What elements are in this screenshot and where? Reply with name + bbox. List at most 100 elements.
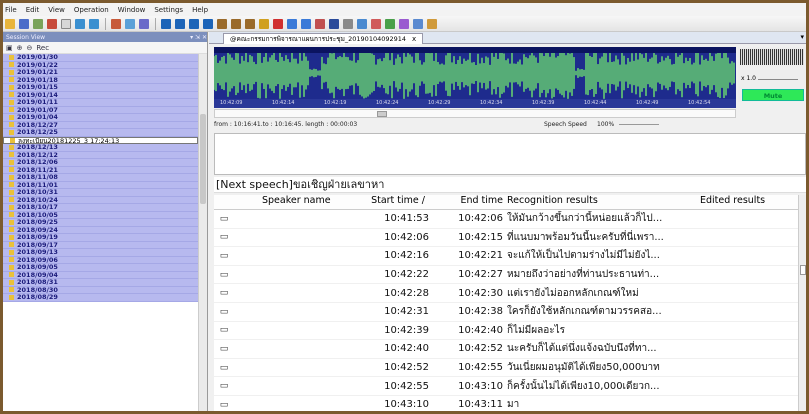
header-speaker[interactable]: Speaker name — [234, 195, 339, 209]
table-row[interactable]: ▭ 10:42:55 10:43:10 ก็ครั้งนั้นไม่ได้เพียง1… — [214, 377, 806, 396]
pane-close-icon[interactable]: ▾ ⇲ ✕ — [190, 34, 207, 41]
marker-icon[interactable] — [217, 18, 227, 29]
session-list-item[interactable]: 2018/09/05 — [3, 264, 198, 272]
help-icon[interactable] — [139, 18, 149, 29]
session-list-item[interactable]: 2018/12/12 — [3, 151, 198, 159]
grid-icon[interactable] — [371, 18, 381, 29]
lock-icon[interactable] — [427, 18, 437, 29]
session-list-item[interactable]: 2019/01/22 — [3, 61, 198, 69]
cut-icon[interactable] — [245, 18, 255, 29]
session-list-item[interactable]: 2018/09/04 — [3, 271, 198, 279]
table-row[interactable]: ▭ 10:41:53 10:42:06 ให้มันกว้างขึ้นกว่านี้ห… — [214, 210, 806, 229]
table-row[interactable]: ▭ 10:42:16 10:42:21 จะแก้ให้เป็นไปตามร่างไม… — [214, 247, 806, 266]
chevron-down-icon[interactable]: ▾ — [800, 33, 804, 41]
session-list-item[interactable]: 2018/12/25 — [3, 129, 198, 137]
close-icon[interactable]: x — [412, 35, 416, 43]
redo-icon[interactable] — [273, 18, 283, 29]
waveform-scrollbar[interactable] — [214, 109, 736, 118]
session-list-item[interactable]: 2018/09/25 — [3, 219, 198, 227]
session-list-item[interactable]: 2019/01/30 — [3, 54, 198, 62]
undo-icon[interactable] — [259, 18, 269, 29]
settings-icon[interactable] — [399, 18, 409, 29]
session-list-item[interactable]: 2018/08/29 — [3, 294, 198, 302]
mute-button[interactable]: Mute — [742, 89, 804, 101]
menu-file[interactable]: File — [5, 6, 17, 14]
view-icon[interactable]: ▣ — [6, 44, 13, 52]
menu-window[interactable]: Window — [118, 6, 146, 14]
menu-help[interactable]: Help — [192, 6, 208, 14]
next-icon[interactable] — [301, 18, 311, 29]
session-list-item[interactable]: 2018/10/05 — [3, 211, 198, 219]
forward-icon[interactable] — [203, 18, 213, 29]
table-row[interactable]: ▭ 10:42:40 10:42:52 นะครับก็ได้แต่นึ่งแจ้งฉ… — [214, 340, 806, 359]
collapse-icon[interactable]: ⊖ — [27, 44, 33, 52]
session-list-scrollbar[interactable] — [198, 54, 207, 411]
replace-icon[interactable] — [89, 18, 99, 29]
session-list-item[interactable]: 2018/10/17 — [3, 204, 198, 212]
session-list-item[interactable]: 2018/11/08 — [3, 174, 198, 182]
session-list-item[interactable]: 2018/09/17 — [3, 241, 198, 249]
menu-view[interactable]: View — [48, 6, 65, 14]
session-list-item[interactable]: 2018/08/30 — [3, 286, 198, 294]
scroll-thumb[interactable] — [377, 111, 387, 117]
table-row[interactable]: ▭ 10:42:28 10:42:30 แต่เรายังไม่ออกหลักเกณฑ… — [214, 284, 806, 303]
session-list-item[interactable]: 2019/01/11 — [3, 99, 198, 107]
header-recognition[interactable]: Recognition results — [505, 195, 690, 209]
menu-operation[interactable]: Operation — [74, 6, 109, 14]
session-list-item[interactable]: 2018/08/31 — [3, 279, 198, 287]
pen-icon[interactable] — [343, 18, 353, 29]
save-icon[interactable] — [19, 18, 29, 29]
marker-end-icon[interactable] — [231, 18, 241, 29]
session-list-item[interactable]: 2019/01/07 — [3, 106, 198, 114]
session-list-item[interactable]: 2018/11/21 — [3, 166, 198, 174]
open-icon[interactable] — [5, 18, 15, 29]
header-edited[interactable]: Edited results — [690, 195, 798, 209]
delete-icon[interactable] — [47, 18, 57, 29]
session-list-item[interactable]: 2018/10/31 — [3, 189, 198, 197]
session-list-item[interactable]: ลงทะเบียน20181225_3 17:24:13 — [3, 136, 198, 144]
rec-icon[interactable]: Rec — [36, 44, 49, 52]
check-icon[interactable] — [385, 18, 395, 29]
session-list-item[interactable]: 2019/01/18 — [3, 76, 198, 84]
scroll-thumb[interactable] — [800, 265, 806, 275]
header-start-time[interactable]: Start time / — [339, 195, 433, 209]
table-row[interactable]: ▭ 10:42:06 10:42:15 ที่แนบมาพร้อมวันนี้นะคร… — [214, 229, 806, 248]
rewind-icon[interactable] — [175, 18, 185, 29]
find-icon[interactable] — [75, 18, 85, 29]
pause-icon[interactable] — [189, 18, 199, 29]
session-list-item[interactable]: 2018/09/19 — [3, 234, 198, 242]
tab-session[interactable]: @คณะกรรมการพิจารณาแผนการประชุม_201901040… — [223, 33, 424, 44]
menu-edit[interactable]: Edit — [26, 6, 40, 14]
list-icon[interactable] — [357, 18, 367, 29]
table-row[interactable]: ▭ 10:42:31 10:42:38 ใครก็ยังใช้หลักเกณฑ์ตาม… — [214, 303, 806, 322]
table-scrollbar[interactable] — [798, 195, 806, 411]
copy-icon[interactable] — [61, 18, 71, 29]
table-row[interactable]: ▭ 10:42:22 10:42:27 หมายถึงว่าอย่างที่ท่านป… — [214, 266, 806, 285]
menu-settings[interactable]: Settings — [154, 6, 183, 14]
session-list-item[interactable]: 2018/09/06 — [3, 256, 198, 264]
table-row[interactable]: ▭ 10:42:39 10:42:40 ก็ไม่มีผลอะไร — [214, 322, 806, 341]
session-list-item[interactable]: 2018/11/01 — [3, 181, 198, 189]
table-row[interactable]: ▭ 10:42:52 10:42:55 วันเนี่ยผมอนุมัติได้เพี… — [214, 359, 806, 378]
back-icon[interactable] — [287, 18, 297, 29]
session-list-item[interactable]: 2018/12/27 — [3, 121, 198, 129]
split-icon[interactable] — [125, 18, 135, 29]
monitor-icon[interactable] — [413, 18, 423, 29]
header-end-time[interactable]: End time — [433, 195, 505, 209]
scroll-thumb[interactable] — [200, 114, 206, 204]
session-list-item[interactable]: 2018/09/13 — [3, 249, 198, 257]
record-icon[interactable] — [111, 18, 121, 29]
zoom-slider[interactable] — [758, 79, 798, 80]
table-row[interactable]: ▭ 10:43:10 10:43:11 มา — [214, 396, 806, 411]
speech-speed-slider[interactable] — [619, 124, 659, 125]
window-icon[interactable] — [329, 18, 339, 29]
session-list-item[interactable]: 2019/01/21 — [3, 69, 198, 77]
export-icon[interactable] — [33, 18, 43, 29]
prev-icon[interactable] — [161, 18, 171, 29]
session-list-item[interactable]: 2019/01/14 — [3, 91, 198, 99]
waveform-display[interactable] — [214, 47, 736, 99]
session-list-item[interactable]: 2018/12/13 — [3, 144, 198, 152]
expand-icon[interactable]: ⊕ — [17, 44, 23, 52]
session-list-item[interactable]: 2019/01/04 — [3, 114, 198, 122]
jump-icon[interactable] — [315, 18, 325, 29]
